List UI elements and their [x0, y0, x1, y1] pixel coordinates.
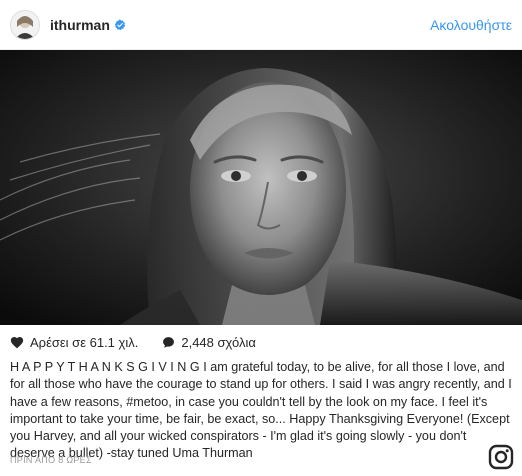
- post-header: ithurman Ακολουθήστε: [0, 0, 522, 50]
- verified-badge-icon: [114, 19, 126, 31]
- username[interactable]: ithurman: [50, 17, 110, 33]
- likes-group: Αρέσει σε 61.1 χιλ.: [10, 335, 138, 350]
- avatar[interactable]: [10, 9, 40, 40]
- likes-count[interactable]: Αρέσει σε 61.1 χιλ.: [30, 335, 138, 350]
- comments-group: 2,448 σχόλια: [162, 335, 256, 350]
- instagram-logo-icon[interactable]: [488, 444, 514, 470]
- comment-bubble-icon[interactable]: [162, 336, 175, 349]
- post-photo[interactable]: [0, 50, 522, 325]
- black-and-white-portrait-photo: [0, 50, 522, 325]
- comments-count[interactable]: 2,448 σχόλια: [181, 335, 256, 350]
- post-caption: H A P P Y T H A N K S G I V I N G I am g…: [10, 360, 512, 461]
- follow-button[interactable]: Ακολουθήστε: [430, 17, 512, 33]
- post-timestamp[interactable]: ΠΡΙΝ ΑΠΟ 8 ΩΡΕΣ: [10, 455, 92, 465]
- instagram-post: ithurman Ακολουθήστε Αρέσει σε 61.1 χιλ.…: [0, 0, 522, 476]
- heart-icon[interactable]: [10, 336, 24, 349]
- post-actions: Αρέσει σε 61.1 χιλ. 2,448 σχόλια: [0, 325, 522, 359]
